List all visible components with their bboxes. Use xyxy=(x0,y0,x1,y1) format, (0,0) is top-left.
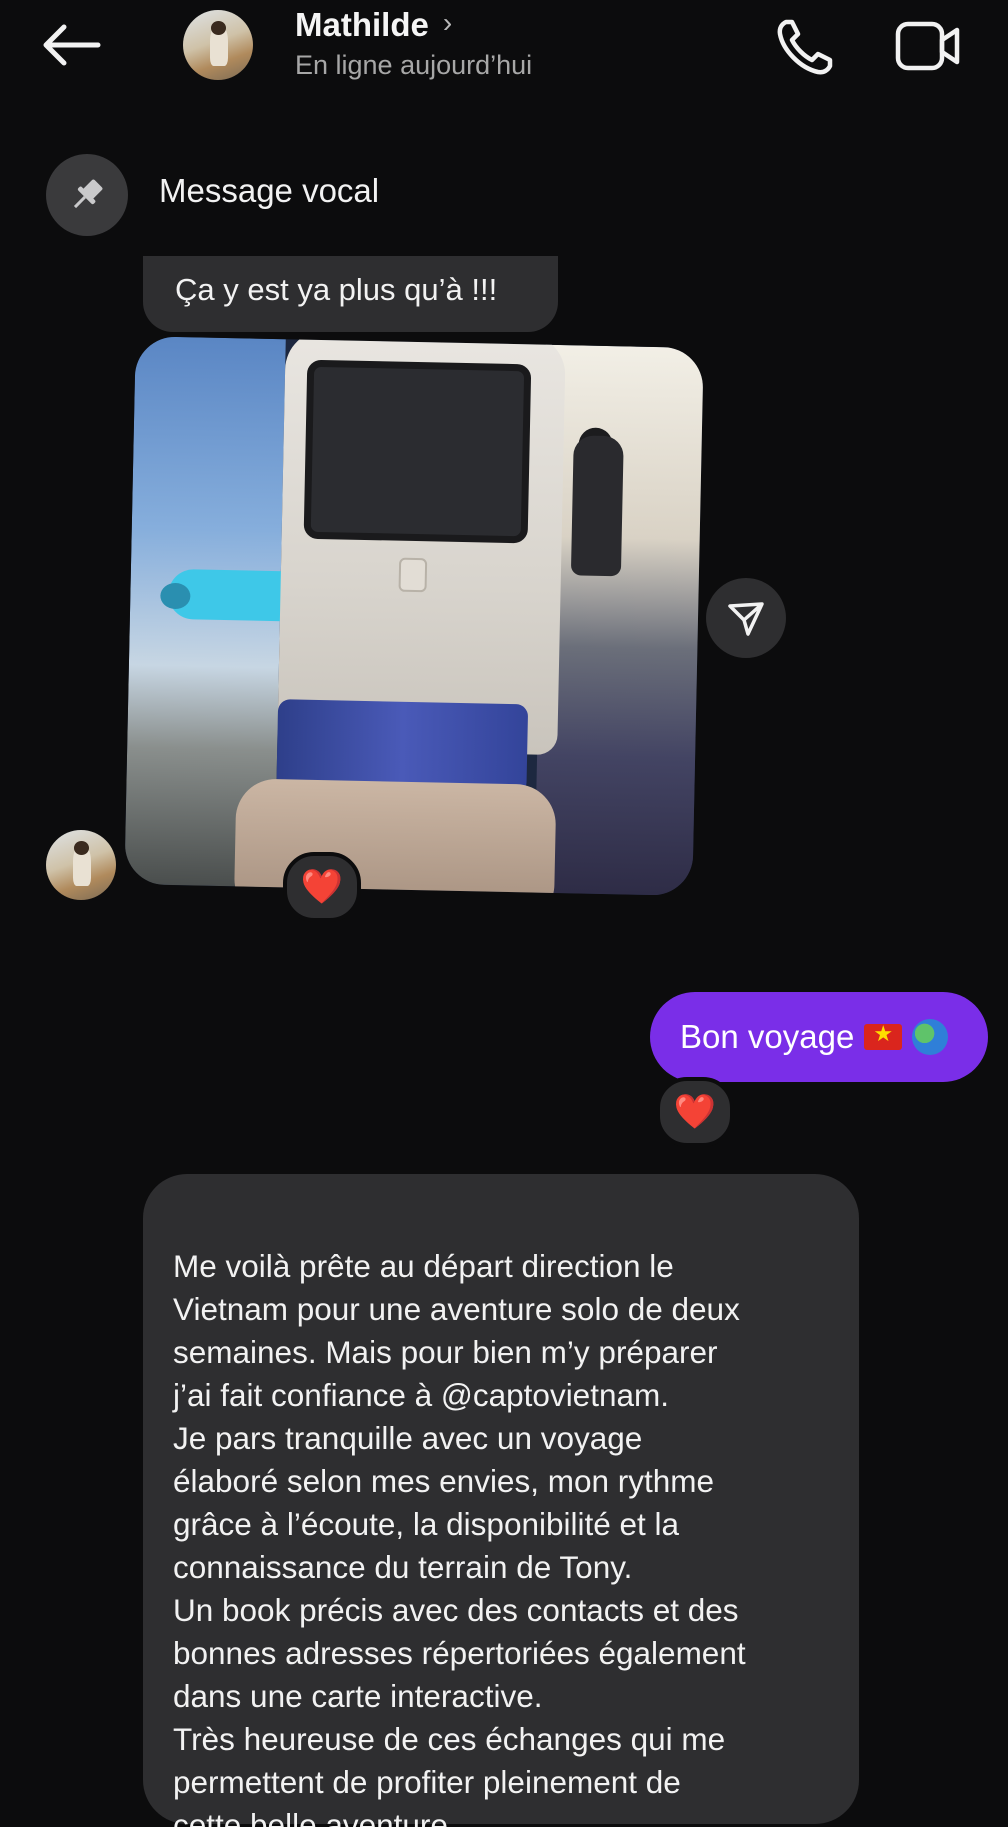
airplane-seat-photo xyxy=(124,336,704,896)
phone-icon xyxy=(777,19,833,75)
contact-status: En ligne aujourd’hui xyxy=(295,50,533,80)
message-text: Bon voyage xyxy=(680,1018,855,1055)
received-message-bubble[interactable]: Ça y est ya plus qu’à !!! xyxy=(143,256,558,332)
share-icon xyxy=(728,602,764,636)
received-photo-message[interactable] xyxy=(124,336,704,896)
message-text: Ça y est ya plus qu’à !!! xyxy=(175,272,498,307)
chevron-right-icon: › xyxy=(442,7,453,38)
contact-name: Mathilde xyxy=(295,6,429,43)
heart-reaction[interactable]: ❤️ xyxy=(283,852,361,922)
tray-latch xyxy=(398,557,428,593)
pin-icon-circle xyxy=(46,154,128,236)
chat-screen: Mathilde › En ligne aujourd’hui Message … xyxy=(0,0,1008,1827)
heart-reaction[interactable]: ❤️ xyxy=(656,1077,734,1147)
lap xyxy=(233,778,557,896)
received-message-bubble[interactable]: Me voilà prête au départ direction le Vi… xyxy=(143,1174,859,1827)
globe-icon xyxy=(912,1019,949,1055)
contact-avatar[interactable] xyxy=(183,10,253,80)
video-camera-icon xyxy=(895,21,960,71)
heart-icon: ❤️ xyxy=(673,1093,717,1131)
back-arrow-icon xyxy=(43,24,101,66)
passenger xyxy=(570,435,624,577)
seatback-screen xyxy=(303,359,532,544)
sender-avatar[interactable] xyxy=(46,830,116,900)
pin-icon xyxy=(73,179,103,209)
pinned-message-label[interactable]: Message vocal xyxy=(159,172,379,210)
voice-call-button[interactable] xyxy=(772,14,838,80)
message-text: Me voilà prête au départ direction le Vi… xyxy=(173,1248,746,1827)
vietnam-flag-icon xyxy=(864,1021,903,1050)
video-call-button[interactable] xyxy=(893,16,963,76)
back-button[interactable] xyxy=(36,20,106,70)
contact-name-link[interactable]: Mathilde › xyxy=(295,4,452,46)
share-button[interactable] xyxy=(706,578,786,658)
heart-icon: ❤️ xyxy=(300,868,344,906)
sent-message-bubble[interactable]: Bon voyage xyxy=(650,992,988,1082)
